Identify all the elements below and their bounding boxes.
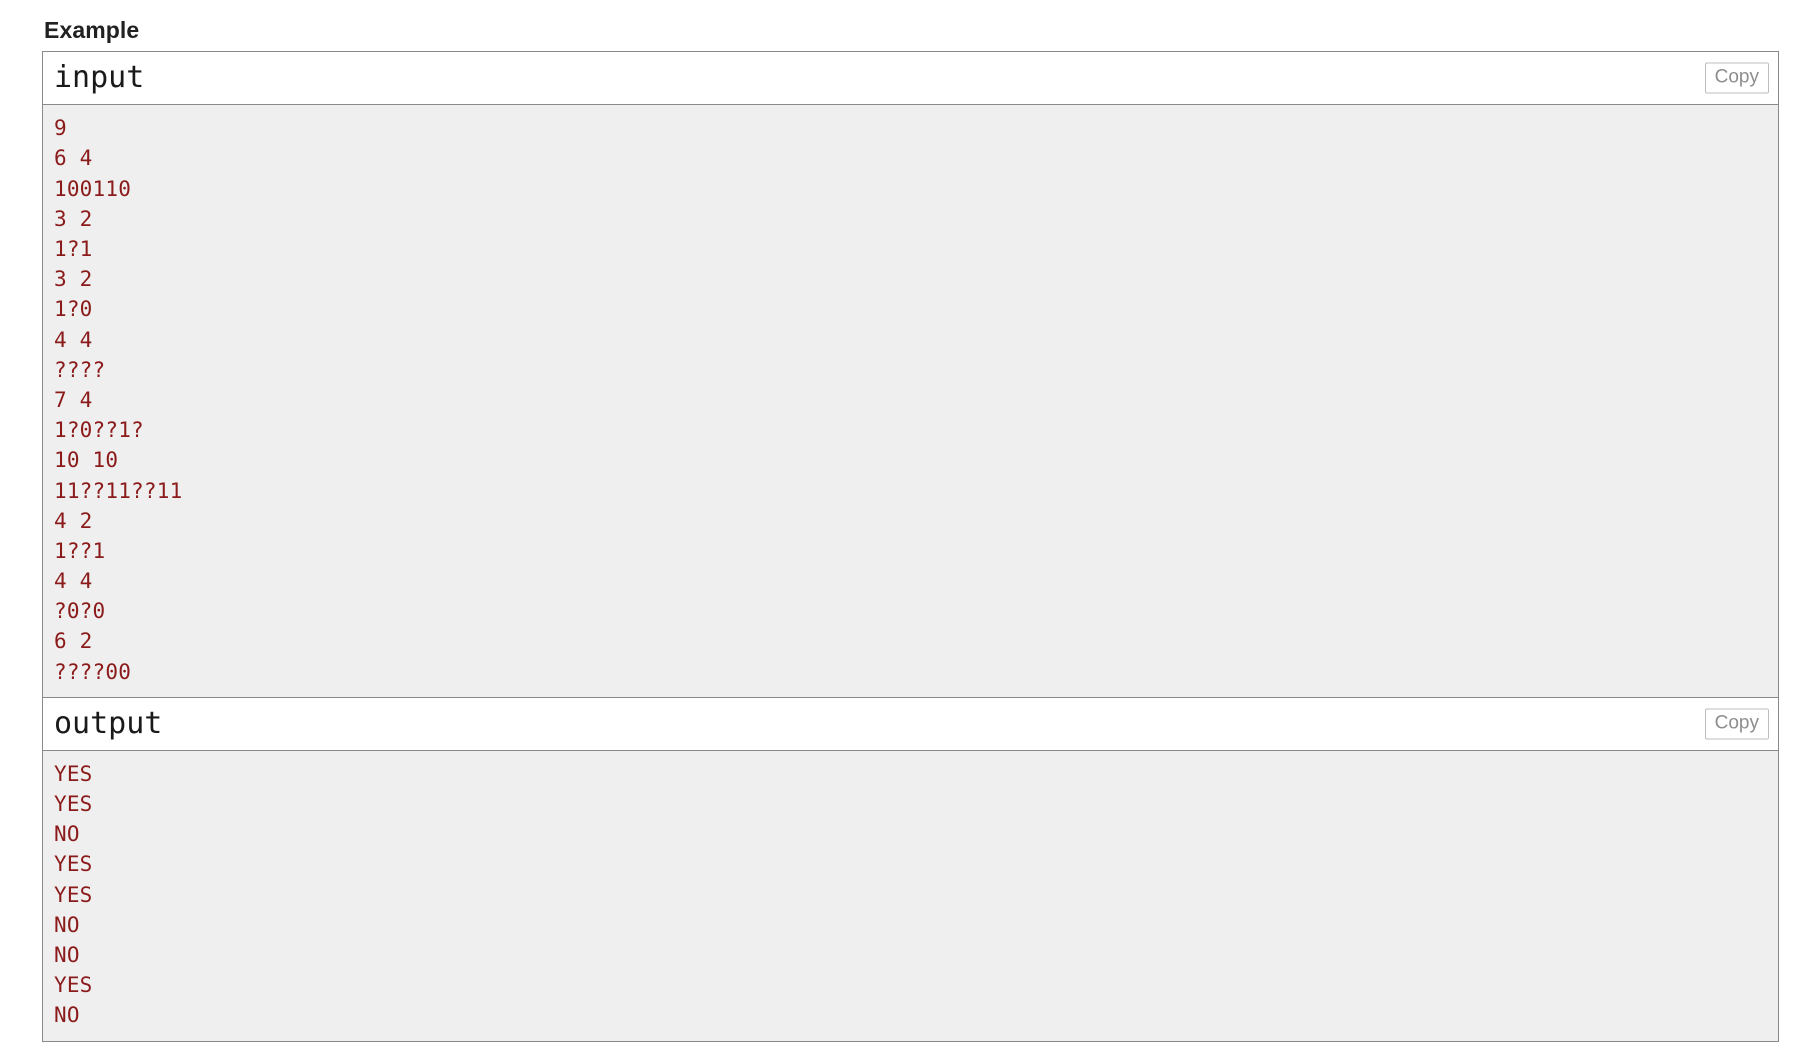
output-title-bar: output Copy <box>43 697 1778 750</box>
sample-test-input: input Copy 9 6 4 100110 3 2 1?1 3 2 1?0 4 4????… <box>42 51 1779 697</box>
code-line: 6 2 <box>54 629 93 654</box>
code-line: ???? <box>54 357 106 382</box>
code-line: YES <box>54 792 93 817</box>
code-line: 100110 <box>54 176 132 201</box>
code-line: ?0?0 <box>54 599 106 624</box>
code-line: 6 4 <box>54 146 93 171</box>
code-line: 10 10 <box>54 448 119 473</box>
code-line: 11??11??11 <box>54 478 183 503</box>
code-line: NO <box>54 822 80 847</box>
code-line: 3 2 <box>54 206 93 231</box>
code-line: 3 2 <box>54 267 93 292</box>
output-content[interactable]: YES YES NO YES YES NO NO YES NO <box>43 749 1778 1041</box>
sample-test-output: output Copy YES YES NO YES YES NO NO YES NO <box>42 696 1779 1042</box>
code-line: 4 2 <box>54 508 93 533</box>
output-label: output <box>54 705 163 741</box>
sample-tests-container: input Copy 9 6 4 100110 3 2 1?1 3 2 1?0 4 4????… <box>42 51 1779 1042</box>
page-title: Example <box>44 17 140 43</box>
code-line: 4 4 <box>54 569 93 594</box>
code-line: 1?1 <box>54 237 93 262</box>
code-line: 9 <box>54 116 67 141</box>
copy-input-button[interactable]: Copy <box>1704 62 1769 94</box>
input-title-bar: input Copy <box>43 52 1778 105</box>
code-line: 7 4 <box>54 387 93 412</box>
copy-output-button[interactable]: Copy <box>1704 708 1769 740</box>
code-line: 1?0 <box>54 297 93 322</box>
code-line: NO <box>54 912 80 937</box>
code-line: YES <box>54 973 93 998</box>
code-line: NO <box>54 942 80 967</box>
code-line: 4 4 <box>54 327 93 352</box>
code-line: 1??1 <box>54 538 106 563</box>
code-line: 1?0??1? <box>54 418 144 443</box>
input-content[interactable]: 9 6 4 100110 3 2 1?1 3 2 1?0 4 4???? 7 4 1?0??1? 1… <box>43 104 1778 697</box>
example-section: Example input Copy 9 6 4 100110 3 2 1?1 3 2 1?… <box>0 0 1794 1042</box>
code-line: NO <box>54 1003 80 1028</box>
input-label: input <box>54 60 145 96</box>
code-line: ????00 <box>54 659 132 684</box>
code-line: YES <box>54 882 93 907</box>
code-line: YES <box>54 761 93 786</box>
code-line: YES <box>54 852 93 877</box>
